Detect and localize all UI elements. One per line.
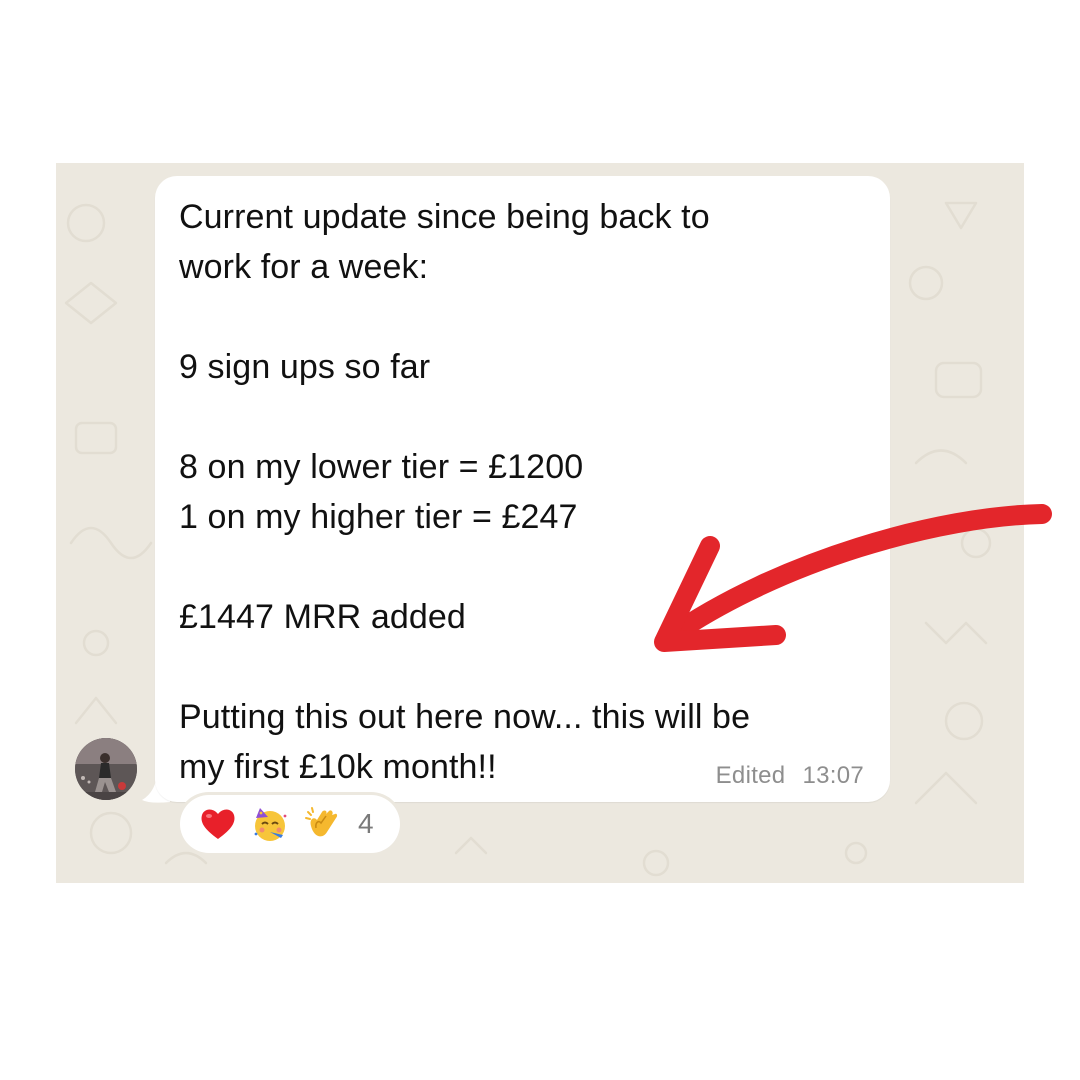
- message-bubble[interactable]: Current update since being back to work …: [155, 176, 890, 802]
- reaction-count: 4: [358, 808, 374, 839]
- red-heart-emoji-icon: [201, 809, 235, 839]
- message-line: [179, 292, 866, 342]
- message-line: work for a week:: [179, 248, 429, 286]
- partying-face-emoji-icon: [254, 808, 287, 841]
- message-line: [179, 392, 866, 442]
- message-line: Current update since being back to: [179, 198, 710, 236]
- avatar-photo: [75, 738, 137, 800]
- message-meta: Edited 13:07: [716, 762, 864, 790]
- edited-label: Edited: [715, 762, 786, 789]
- reactions-pill[interactable]: 4: [180, 795, 400, 853]
- red-arrow-annotation: [654, 504, 1052, 652]
- screenshot-canvas: Current update since being back to work …: [0, 0, 1080, 1080]
- message-line: 8 on my lower tier = £1200: [179, 448, 584, 486]
- clapping-hands-emoji-icon: [305, 807, 338, 837]
- message-time: 13:07: [802, 762, 864, 789]
- sender-avatar[interactable]: [75, 738, 137, 800]
- message-line: Putting this out here now... this will b…: [179, 698, 751, 736]
- message-line: 9 sign ups so far: [179, 348, 431, 386]
